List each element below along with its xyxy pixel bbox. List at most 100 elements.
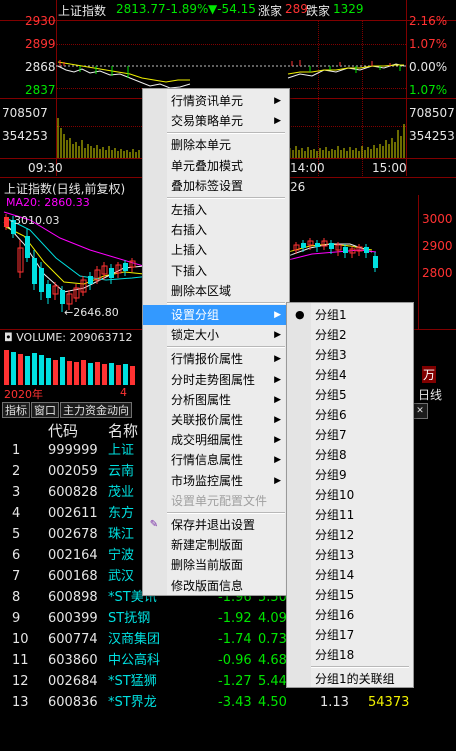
group-item[interactable]: 分组3: [287, 345, 413, 365]
group-item[interactable]: 分组11: [287, 505, 413, 525]
stock-code: 600898: [48, 590, 98, 605]
group-item[interactable]: 分组10: [287, 485, 413, 505]
menu-item[interactable]: 分时走势图属性 ▶: [143, 370, 289, 390]
stock-price: 4.09: [258, 611, 287, 626]
submenu-arrow-icon: ▶: [274, 310, 281, 320]
row-number: 2: [12, 464, 21, 479]
tab-window[interactable]: 窗口: [31, 402, 59, 418]
related-group-item[interactable]: 分组1的关联组: [287, 669, 413, 689]
stock-name: *ST猛狮: [108, 674, 157, 689]
kline-title: 上证指数(日线,前复权): [4, 182, 126, 196]
submenu-arrow-icon: ▶: [274, 374, 281, 385]
group-item-label: 分组4: [315, 368, 347, 382]
menu-item[interactable]: 上插入: [143, 240, 289, 260]
stock-code: 002684: [48, 674, 98, 689]
group-item[interactable]: 分组8: [287, 445, 413, 465]
menu-item-label: 删除当前版面: [171, 558, 244, 573]
menu-item[interactable]: 右插入: [143, 220, 289, 240]
group-item[interactable]: 分组2: [287, 325, 413, 345]
menu-item[interactable]: 叠加标签设置: [143, 176, 289, 196]
stock-code: 999999: [48, 443, 98, 458]
menu-item[interactable]: 交易策略单元 ▶: [143, 111, 289, 131]
menu-item[interactable]: 成交明细属性 ▶: [143, 430, 289, 450]
group-item[interactable]: 分组5: [287, 385, 413, 405]
stock-name: 上证: [108, 443, 135, 458]
bottom-tabs: 指标 窗口 主力资金动向: [2, 402, 133, 418]
group-item-label: 分组12: [315, 528, 355, 542]
menu-item-label: 删除本区域: [171, 283, 232, 298]
group-item[interactable]: 分组7: [287, 425, 413, 445]
kline-axis-fragment: 4: [120, 386, 127, 399]
group-item[interactable]: 分组15: [287, 585, 413, 605]
menu-item[interactable]: 关联报价属性 ▶: [143, 410, 289, 430]
trading-window: 上证指数 2813.77 -1.89% ▼-54.15 涨家 289 跌家 13…: [0, 0, 456, 751]
submenu-arrow-icon: ▶: [274, 354, 281, 365]
stock-name: 武汉: [108, 569, 135, 584]
stock-name: 东方: [108, 506, 135, 521]
stock-price: 4.50: [258, 695, 287, 710]
table-row[interactable]: 13 600836 *ST界龙 -3.43 4.50 1.13 54373: [0, 692, 456, 713]
group-item-label: 分组6: [315, 408, 347, 422]
menu-item: 设置单元配置文件: [143, 491, 289, 511]
menu-item[interactable]: 新建定制版面: [143, 535, 289, 555]
row-number: 6: [12, 548, 21, 563]
kline-axis-label: 2800: [422, 266, 453, 280]
column-header-code[interactable]: 代码: [48, 420, 78, 441]
change-pct: -1.74: [218, 632, 252, 647]
menu-item[interactable]: 设置分组 ▶: [143, 305, 289, 325]
menu-item-label: 删除本单元: [171, 138, 232, 153]
submenu-arrow-icon: ▶: [274, 394, 281, 405]
stock-name: 云南: [108, 464, 135, 479]
stock-code: 600836: [48, 695, 98, 710]
group-item-label: 分组8: [315, 448, 347, 462]
menu-item[interactable]: 锁定大小 ▶: [143, 325, 289, 345]
menu-item[interactable]: 分析图属性 ▶: [143, 390, 289, 410]
stock-code: 600399: [48, 611, 98, 626]
stock-code: 002611: [48, 506, 98, 521]
menu-item[interactable]: 行情资讯单元 ▶: [143, 91, 289, 111]
menu-item-label: 交易策略单元: [171, 114, 244, 129]
group-item[interactable]: 分组14: [287, 565, 413, 585]
row-number: 4: [12, 506, 21, 521]
group-item[interactable]: 分组4: [287, 365, 413, 385]
menu-item[interactable]: 删除当前版面: [143, 555, 289, 575]
group-item[interactable]: 分组16: [287, 605, 413, 625]
menu-item[interactable]: 下插入: [143, 261, 289, 281]
group-item[interactable]: 分组17: [287, 625, 413, 645]
change-pct: -0.96: [218, 653, 252, 668]
menu-item-label: 上插入: [171, 243, 208, 258]
menu-item[interactable]: 行情报价属性 ▶: [143, 349, 289, 369]
menu-item[interactable]: 保存并退出设置 ✎: [143, 515, 289, 535]
close-icon[interactable]: ✕: [412, 403, 428, 419]
menu-item-label: 行情资讯单元: [171, 94, 244, 108]
submenu-arrow-icon: ▶: [274, 96, 281, 106]
menu-item-label: 市场监控属性: [171, 473, 244, 488]
menu-item-label: 单元叠加模式: [171, 158, 244, 173]
group-item-label: 分组15: [315, 588, 355, 602]
group-item-label: 分组18: [315, 648, 355, 662]
group-item[interactable]: 分组13: [287, 545, 413, 565]
menu-item-label: 分析图属性: [171, 392, 232, 407]
menu-item[interactable]: 左插入: [143, 200, 289, 220]
group-item-label: 分组10: [315, 488, 355, 502]
ma20-label: MA20: 2860.33: [6, 196, 90, 209]
menu-item-label: 关联报价属性: [171, 413, 244, 427]
stock-price: 0.73: [258, 632, 287, 647]
stock-price: 5.44: [258, 674, 287, 689]
menu-item[interactable]: 修改版面信息: [143, 576, 289, 596]
column-header-name[interactable]: 名称: [108, 420, 138, 441]
menu-item[interactable]: 市场监控属性 ▶: [143, 471, 289, 491]
menu-item[interactable]: 删除本单元: [143, 135, 289, 155]
tab-main-fund[interactable]: 主力资金动向: [60, 402, 132, 418]
group-item[interactable]: 分组12: [287, 525, 413, 545]
menu-item[interactable]: 单元叠加模式: [143, 156, 289, 176]
menu-item[interactable]: 行情信息属性 ▶: [143, 450, 289, 470]
menu-item-label: 分时走势图属性: [171, 372, 256, 387]
group-item-label: 分组1: [315, 308, 347, 322]
group-item[interactable]: 分组6: [287, 405, 413, 425]
group-item[interactable]: 分组9: [287, 465, 413, 485]
menu-item[interactable]: 删除本区域: [143, 281, 289, 301]
tab-indicator[interactable]: 指标: [2, 402, 30, 418]
group-item[interactable]: ● 分组1: [287, 305, 413, 325]
group-item[interactable]: 分组18: [287, 645, 413, 665]
